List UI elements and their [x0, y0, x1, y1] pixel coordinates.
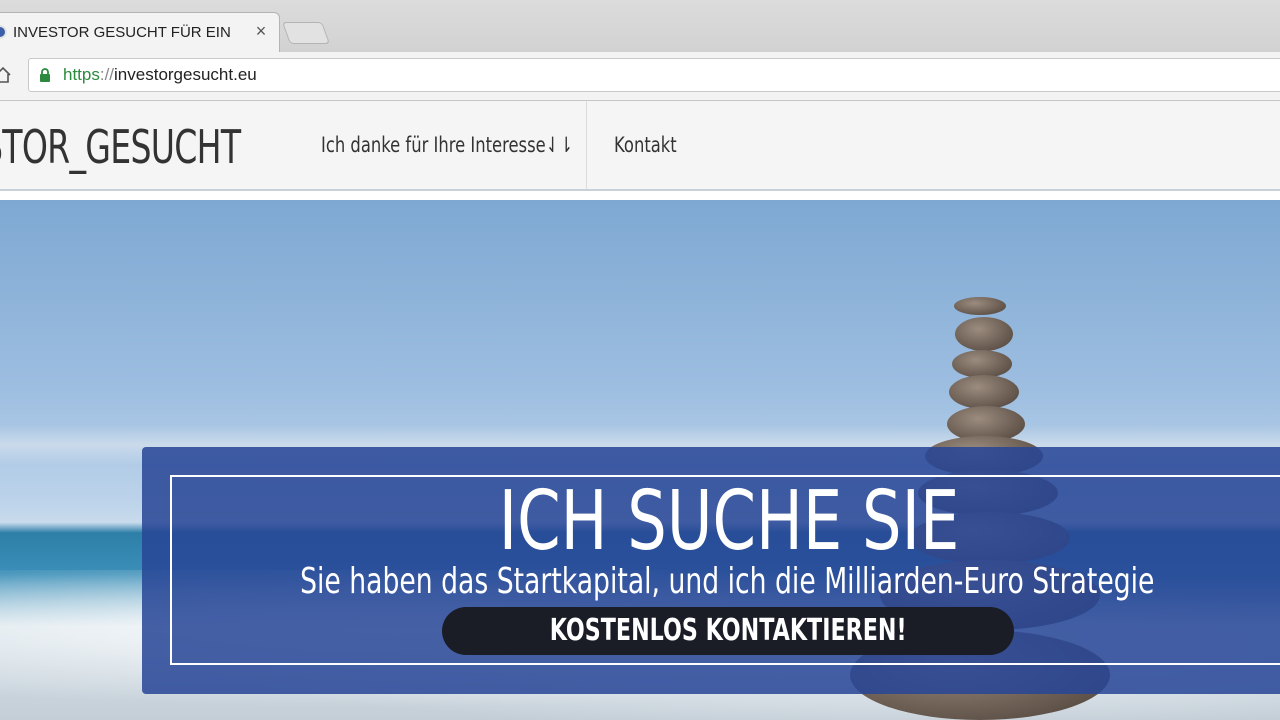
site-header: STOR_GESUCHT Ich danke für Ihre Interess… [0, 101, 1280, 191]
lock-icon [40, 68, 50, 82]
hero-title: ICH SUCHE SIE [498, 474, 960, 569]
home-icon[interactable] [0, 66, 12, 84]
site-favicon-icon [0, 25, 7, 39]
tab-title: INVESTOR GESUCHT FÜR EIN [13, 24, 231, 41]
url-text: https://investorgesucht.eu [63, 65, 257, 85]
browser-tab-strip: INVESTOR GESUCHT FÜR EIN × [0, 0, 1280, 53]
hero-subtitle: Sie haben das Startkapital, und ich die … [299, 561, 1155, 602]
contact-button[interactable]: KOSTENLOS KONTAKTIEREN! [442, 607, 1014, 655]
site-logo[interactable]: STOR_GESUCHT [0, 115, 241, 179]
url-separator: :// [99, 65, 115, 84]
hero-section: ICH SUCHE SIE Sie haben das Startkapital… [0, 200, 1280, 720]
nav-item-interesse[interactable]: Ich danke für Ihre Interesse⇃⇂ [321, 101, 573, 189]
url-host: investorgesucht.eu [114, 65, 257, 84]
nav-item-kontakt[interactable]: Kontakt [614, 101, 677, 189]
browser-tab[interactable]: INVESTOR GESUCHT FÜR EIN × [0, 12, 280, 52]
address-bar[interactable]: https://investorgesucht.eu [28, 58, 1280, 92]
close-tab-icon[interactable]: × [251, 21, 271, 41]
hero-panel: ICH SUCHE SIE Sie haben das Startkapital… [142, 447, 1280, 694]
nav-divider [586, 101, 587, 189]
url-scheme: https [63, 65, 100, 84]
browser-toolbar: https://investorgesucht.eu [0, 52, 1280, 101]
new-tab-button[interactable] [281, 22, 331, 44]
